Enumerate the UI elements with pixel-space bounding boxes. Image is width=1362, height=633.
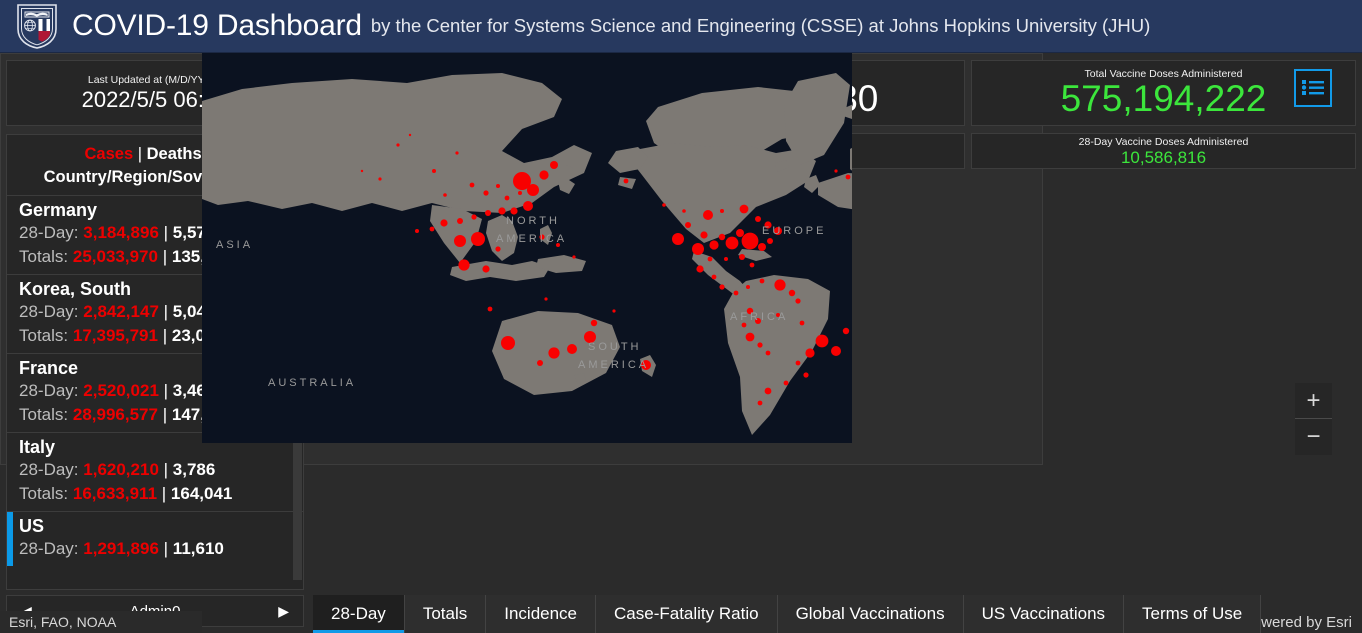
totals-prefix: Totals:	[19, 247, 69, 266]
page-subtitle: by the Center for Systems Science and En…	[370, 15, 1151, 36]
value-separator: |	[163, 539, 169, 558]
total-cases: 17,395,791	[72, 326, 158, 345]
d28-cases: 3,184,896	[83, 223, 159, 242]
total-cases: 16,633,911	[72, 484, 158, 503]
value-separator: |	[162, 247, 168, 266]
map-landmasses	[202, 73, 852, 435]
tab-totals[interactable]: Totals	[404, 595, 487, 633]
country-name: US	[19, 516, 45, 536]
tab-incidence[interactable]: Incidence	[486, 595, 597, 633]
total-cases: 25,033,970	[72, 247, 158, 266]
d28-prefix: 28-Day:	[19, 223, 79, 242]
page-title: COVID-19 Dashboard	[72, 9, 362, 42]
d28-cases: 2,520,021	[83, 381, 159, 400]
d28-prefix: 28-Day:	[19, 539, 79, 558]
title-cases-word: Cases	[84, 145, 134, 163]
value-separator: |	[161, 484, 167, 503]
d28-cases: 1,291,896	[83, 539, 159, 558]
country-28day-line: 28-Day: 1,291,896 | 11,610	[19, 537, 297, 561]
d28-prefix: 28-Day:	[19, 302, 79, 321]
tab-terms-of-use[interactable]: Terms of Use	[1124, 595, 1262, 633]
country-list-item[interactable]: Italy 28-Day: 1,620,210 | 3,786 Totals: 16…	[7, 432, 303, 511]
tab-us-vaccinations[interactable]: US Vaccinations	[963, 595, 1125, 633]
value-separator: |	[163, 381, 169, 400]
total-deaths: 164,041	[170, 484, 233, 503]
d28-vaccine-doses-label: 28-Day Vaccine Doses Administered	[1078, 135, 1249, 148]
bottom-tab-bar[interactable]: 28-Day Totals Incidence Case-Fatality Ratio…	[313, 595, 1356, 633]
d28-prefix: 28-Day:	[19, 381, 79, 400]
jhu-shield-logo	[17, 4, 57, 49]
value-separator: |	[162, 405, 168, 424]
totals-prefix: Totals:	[19, 405, 69, 424]
dashboard-body: Last Updated at (M/D/YYYY) 2022/5/5 06:2…	[0, 53, 1362, 633]
totals-prefix: Totals:	[19, 326, 69, 345]
d28-vaccine-doses-value: 10,586,816	[1120, 147, 1207, 167]
country-totals-line: Totals: 16,633,911 | 164,041	[19, 482, 297, 506]
title-separator: |	[137, 145, 143, 163]
value-separator: |	[162, 326, 168, 345]
tab-global-vaccinations[interactable]: Global Vaccinations	[777, 595, 964, 633]
d28-cases: 2,842,147	[83, 302, 159, 321]
value-separator: |	[163, 223, 169, 242]
d28-deaths: 3,786	[172, 460, 216, 479]
map-graphics	[202, 73, 852, 435]
d28-cases: 1,620,210	[83, 460, 159, 479]
d28-vaccine-doses-panel[interactable]: 28-Day Vaccine Doses Administered 10,586…	[971, 133, 1356, 169]
country-list-item[interactable]: US 28-Day: 1,291,896 | 11,610	[7, 511, 303, 566]
right-arrow-icon[interactable]: ▶	[278, 604, 289, 618]
value-separator: |	[163, 460, 169, 479]
country-28day-line: 28-Day: 1,620,210 | 3,786	[19, 458, 297, 482]
tab-28-day[interactable]: 28-Day	[313, 595, 405, 633]
app-header: COVID-19 Dashboard by the Center for Sys…	[0, 0, 1362, 53]
totals-prefix: Totals:	[19, 484, 69, 503]
tab-case-fatality-ratio[interactable]: Case-Fatality Ratio	[596, 595, 778, 633]
total-cases: 28,996,577	[72, 405, 158, 424]
d28-deaths: 11,610	[172, 539, 224, 558]
value-separator: |	[163, 302, 169, 321]
d28-prefix: 28-Day:	[19, 460, 79, 479]
